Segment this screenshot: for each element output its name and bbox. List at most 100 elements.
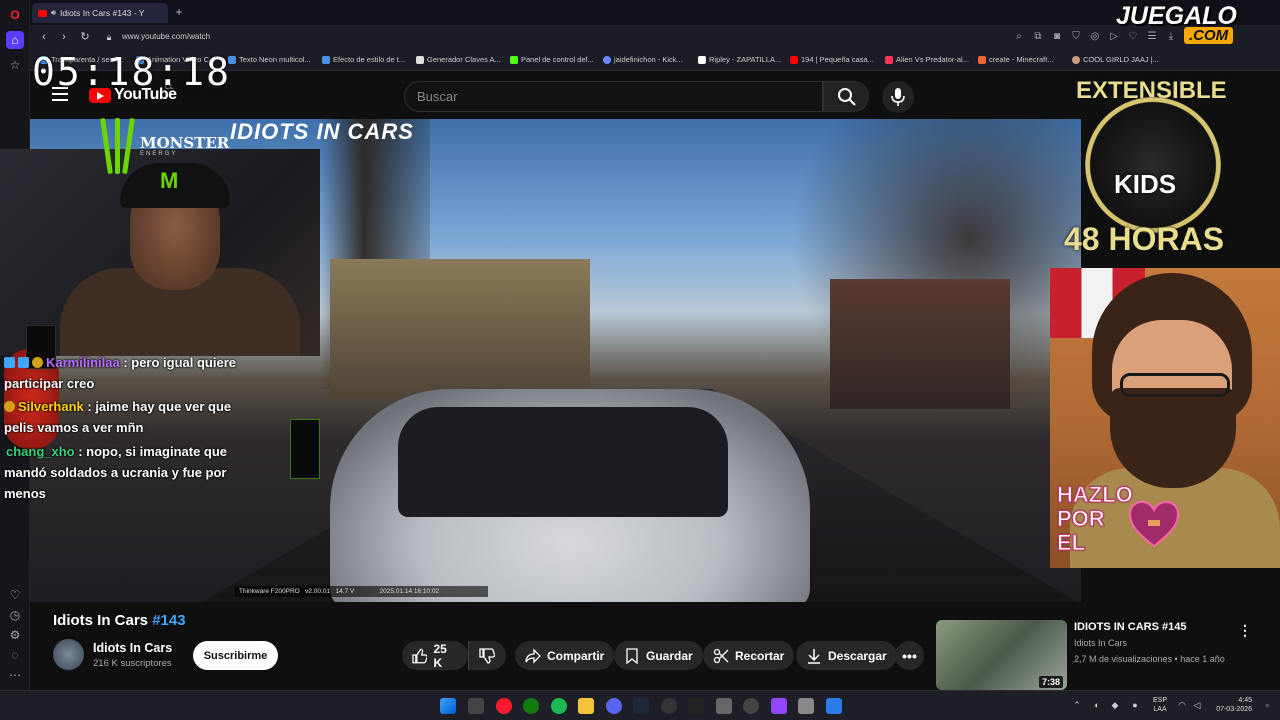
download-button[interactable]: Descargar xyxy=(796,641,897,670)
dislike-button[interactable] xyxy=(468,641,506,670)
opera-logo-icon[interactable]: O xyxy=(6,6,24,24)
wallet-icon[interactable]: ◎ xyxy=(1089,31,1101,43)
microphone-icon[interactable]: ● xyxy=(1130,700,1140,710)
kebab-menu-icon[interactable]: ⋮ xyxy=(1238,622,1252,638)
heart-icon[interactable]: ♡ xyxy=(6,586,24,604)
bookmark-item[interactable]: create - Minecraft... xyxy=(978,55,1054,64)
curseforge-icon xyxy=(978,55,986,64)
obs-icon[interactable] xyxy=(661,698,677,714)
video-title-number[interactable]: #143 xyxy=(152,612,185,629)
search-button[interactable] xyxy=(823,81,869,112)
kick-icon xyxy=(510,55,518,64)
app-icon[interactable] xyxy=(771,698,787,714)
minecraft-icon[interactable] xyxy=(716,698,732,714)
share-button[interactable]: Compartir xyxy=(515,641,615,670)
tray-app-icon[interactable]: ◆ xyxy=(1110,700,1120,710)
video-title: Idiots In Cars #143 xyxy=(53,612,186,629)
language-indicator[interactable]: ESP LAA xyxy=(1153,696,1167,714)
related-video-thumbnail[interactable]: 7:38 xyxy=(936,620,1067,690)
bookmark-item[interactable]: Generador Claves A... xyxy=(416,55,501,64)
channel-avatar[interactable] xyxy=(53,639,84,670)
globe-icon xyxy=(603,55,611,64)
new-tab-button[interactable]: + xyxy=(172,5,186,19)
more-icon: ••• xyxy=(902,647,917,664)
bookmark-icon xyxy=(322,55,330,64)
channel-name[interactable]: Idiots In Cars xyxy=(93,641,172,655)
screen: { "browser": { "tab_title": "Idiots In C… xyxy=(0,0,1280,720)
app-icon[interactable] xyxy=(826,698,842,714)
search-icon xyxy=(838,88,856,106)
bookmark-item[interactable]: COOL GIRLD JAAJ |... xyxy=(1072,55,1159,64)
monster-energy-logo: MONSTER ENERGY xyxy=(100,117,229,175)
voice-search-button[interactable] xyxy=(882,81,914,113)
notifications-icon[interactable]: ▫ xyxy=(1262,700,1272,710)
chevron-up-icon[interactable]: ⌃ xyxy=(1072,700,1082,710)
dashcam-info: Thinkware F200PRO v2.00.01 14.7 V 2025.0… xyxy=(235,586,488,597)
volume-icon[interactable]: ◁ xyxy=(1192,700,1202,710)
scissors-icon xyxy=(713,648,729,663)
clock-date[interactable]: 4:45 07-03-2026 xyxy=(1212,696,1252,714)
badge-icon xyxy=(4,401,15,412)
steam-icon[interactable] xyxy=(633,698,649,714)
video-scene-houses xyxy=(830,279,1010,409)
reload-icon[interactable]: ↻ xyxy=(79,31,91,43)
document-icon xyxy=(416,55,424,64)
task-view-icon[interactable] xyxy=(468,698,484,714)
wifi-icon[interactable]: ◠ xyxy=(1177,700,1187,710)
extensible-overlay: EXTENSIBLE KIDS 48 HORAS xyxy=(1050,73,1280,268)
search-icon[interactable]: ⌕ xyxy=(1013,31,1025,43)
history-icon[interactable]: ◷ xyxy=(6,606,24,624)
open-tab-icon[interactable]: ⧉ xyxy=(1032,31,1044,43)
app-icon[interactable] xyxy=(798,698,814,714)
subscribe-button[interactable]: Suscribirme xyxy=(193,641,278,670)
forward-icon[interactable]: › xyxy=(58,31,70,43)
discord-icon[interactable] xyxy=(606,698,622,714)
home-icon[interactable]: ⌂ xyxy=(6,31,24,49)
lightbulb-icon[interactable]: ◌ xyxy=(6,646,24,664)
heart-icon xyxy=(885,55,893,64)
save-button[interactable]: Guardar xyxy=(614,641,703,670)
app-icon[interactable] xyxy=(688,698,704,714)
bookmark-item[interactable]: Texto Neon multicol... xyxy=(228,55,311,64)
related-video-channel[interactable]: Idiots In Cars xyxy=(1074,638,1127,648)
star-icon[interactable]: ☆ xyxy=(6,56,24,74)
youtube-icon xyxy=(38,9,47,17)
thumbs-down-icon xyxy=(479,647,495,664)
camera-icon[interactable]: ◙ xyxy=(1051,31,1063,43)
related-video-meta: 2,7 M de visualizaciones • hace 1 año xyxy=(1074,654,1225,664)
back-icon[interactable]: ‹ xyxy=(38,31,50,43)
shield-icon[interactable]: ⛉ xyxy=(1070,31,1082,43)
tab-strip: 🔊︎ Idiots In Cars #143 - Y + xyxy=(30,0,1280,25)
folder-icon[interactable] xyxy=(578,698,594,714)
chat-message: chang_xho : nopo, si imaginate que mandó… xyxy=(4,441,250,504)
xbox-icon[interactable] xyxy=(523,698,539,714)
opera-icon[interactable] xyxy=(496,698,512,714)
start-icon[interactable] xyxy=(440,698,456,714)
like-button[interactable]: 25 K xyxy=(402,641,468,670)
more-actions-button[interactable]: ••• xyxy=(895,641,924,670)
tab-active[interactable]: 🔊︎ Idiots In Cars #143 - Y xyxy=(32,3,168,23)
bookmark-item[interactable]: jaidefinichon - Kick... xyxy=(603,55,683,64)
related-video-title[interactable]: IDIOTS IN CARS #145 xyxy=(1074,621,1186,633)
monster-can xyxy=(290,419,320,479)
clip-button[interactable]: Recortar xyxy=(703,641,795,670)
url-field[interactable]: www.youtube.com/watch xyxy=(122,32,210,41)
bookmark-item[interactable]: 194 | Pequeña casa... xyxy=(790,55,874,64)
video-scene-car-window xyxy=(398,407,728,517)
tray-app-icon[interactable]: ◐ xyxy=(1092,700,1102,710)
bookmark-item[interactable]: Panel de control del... xyxy=(510,55,594,64)
windows-taskbar: ⌃ ◐ ◆ ● ESP LAA ◠ ◁ 4:45 07-03-2026 ▫ xyxy=(0,690,1280,720)
badge-icon xyxy=(4,357,15,368)
settings-icon[interactable]: ⚙ xyxy=(6,626,24,644)
youtube-icon xyxy=(790,55,798,64)
more-icon[interactable]: ⋯ xyxy=(6,666,24,684)
app-icon[interactable] xyxy=(743,698,759,714)
bookmark-item[interactable]: Ripley - ZAPATILLA... xyxy=(698,55,781,64)
bookmark-item[interactable]: Alien Vs Predator-al... xyxy=(885,55,969,64)
bookmark-item[interactable]: Efecto de estilo de t... xyxy=(322,55,405,64)
juegalo-logo: JUEGALO .COM xyxy=(1116,2,1237,44)
badge-icon xyxy=(32,357,43,368)
spotify-icon[interactable] xyxy=(551,698,567,714)
chat-username: Silverhank xyxy=(18,399,84,414)
search-input[interactable]: Buscar xyxy=(404,81,823,112)
